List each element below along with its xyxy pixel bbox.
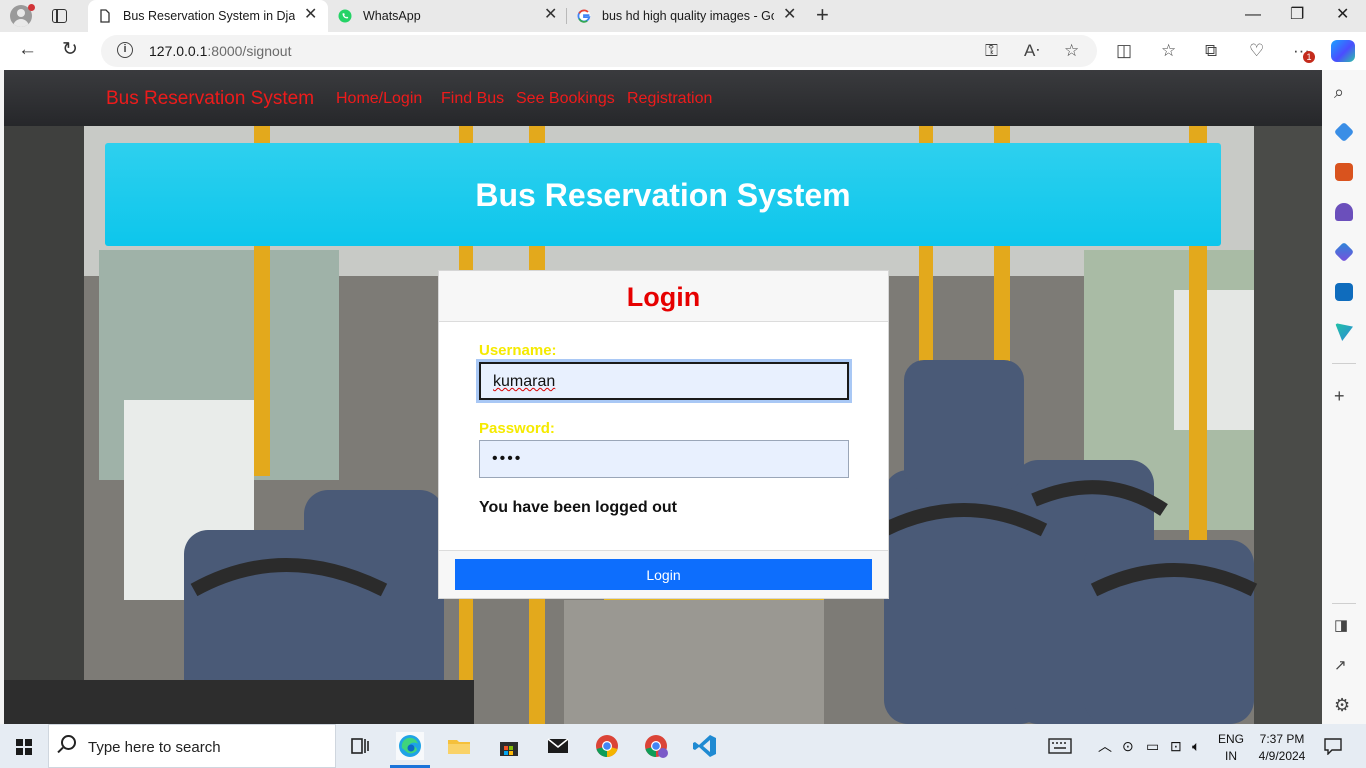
location-icon[interactable]: ⊙ <box>1122 738 1134 754</box>
notifications-icon[interactable] <box>1324 738 1342 755</box>
task-view-icon[interactable] <box>346 732 374 760</box>
settings-icon[interactable]: ⚙ <box>1334 696 1350 714</box>
keyboard-icon[interactable] <box>1048 738 1072 754</box>
windows-taskbar: Type here to search ︿ ⊙ ▭ ⊡ 🔈︎ ENG IN 7:… <box>0 724 1366 768</box>
browser-essentials-icon[interactable]: ♡ <box>1249 42 1264 60</box>
copilot-icon[interactable] <box>1331 40 1355 62</box>
collections-icon[interactable]: ⧉ <box>1205 42 1217 60</box>
split-screen-icon[interactable]: ◫ <box>1116 42 1132 60</box>
mail-icon[interactable] <box>544 732 572 760</box>
logout-message: You have been logged out <box>479 499 677 516</box>
login-card-header: Login <box>439 271 888 322</box>
url-text[interactable]: 127.0.0.1:8000/signout <box>149 43 291 59</box>
favorites-icon[interactable]: ☆ <box>1161 42 1176 60</box>
refresh-icon[interactable]: ↻ <box>62 40 78 60</box>
vscode-icon[interactable] <box>691 732 719 760</box>
tab-close-icon[interactable]: ✕ <box>544 7 557 23</box>
tab-title: Bus Reservation System in Django <box>123 9 295 23</box>
profile-notification-dot <box>28 4 35 11</box>
taskbar-clock[interactable]: 7:37 PM 4/9/2024 <box>1256 731 1308 765</box>
site-navbar: Bus Reservation System Home/Login Find B… <box>4 70 1322 126</box>
tab-google-images[interactable]: bus hd high quality images - Google ✕ <box>567 0 807 32</box>
maximize-button[interactable]: ❐ <box>1290 6 1304 24</box>
google-icon <box>577 9 591 23</box>
nav-home-login[interactable]: Home/Login <box>336 90 422 108</box>
drop-icon[interactable] <box>1335 323 1353 341</box>
minimize-button[interactable]: — <box>1245 6 1261 24</box>
tab-title: WhatsApp <box>363 9 421 23</box>
nav-registration[interactable]: Registration <box>627 90 712 108</box>
hero-title: Bus Reservation System <box>475 177 851 213</box>
shopping-icon[interactable] <box>1333 121 1355 143</box>
username-input[interactable]: kumaran <box>479 362 849 400</box>
edge-sidebar: ⌕ + ◨ ↗ ⚙ <box>1322 70 1366 724</box>
sidebar-divider <box>1332 363 1356 364</box>
language-indicator[interactable]: ENG IN <box>1216 731 1246 765</box>
taskbar-search-box[interactable]: Type here to search <box>48 724 336 768</box>
nav-see-bookings[interactable]: See Bookings <box>516 90 615 108</box>
search-icon[interactable]: ⌕ <box>1334 83 1344 101</box>
info-icon[interactable]: i <box>117 42 133 58</box>
add-icon[interactable]: + <box>1334 387 1345 405</box>
password-label: Password: <box>479 420 555 437</box>
tab-close-icon[interactable]: ✕ <box>783 7 796 23</box>
back-icon[interactable]: ← <box>18 40 37 60</box>
chrome-profile-icon[interactable] <box>642 732 670 760</box>
tab-actions-icon[interactable] <box>52 9 67 23</box>
notification-badge: 1 <box>1303 51 1315 63</box>
file-explorer-icon[interactable] <box>445 732 473 760</box>
volume-icon[interactable]: 🔈︎ <box>1192 738 1200 754</box>
login-card-footer: Login <box>439 550 888 598</box>
tab-title: bus hd high quality images - Google <box>602 9 774 23</box>
tab-close-icon[interactable]: ✕ <box>304 7 317 23</box>
tools-icon[interactable] <box>1335 163 1353 181</box>
battery-icon[interactable]: ▭ <box>1146 738 1159 754</box>
key-icon[interactable]: ⚿ <box>985 42 998 60</box>
tab-bus-reservation[interactable]: Bus Reservation System in Django ✕ <box>88 0 328 32</box>
tab-strip: Bus Reservation System in Django ✕ Whats… <box>0 0 1366 32</box>
store-icon[interactable] <box>495 732 523 760</box>
external-link-icon[interactable]: ↗ <box>1334 657 1347 675</box>
favorite-icon[interactable]: ☆ <box>1064 42 1079 60</box>
network-icon[interactable]: ⊡ <box>1170 738 1182 754</box>
login-card: Login Username: kumaran Password: •••• Y… <box>438 270 889 599</box>
hero-banner: Bus Reservation System <box>105 143 1221 246</box>
username-value: kumaran <box>493 373 556 390</box>
close-window-button[interactable]: ✕ <box>1336 6 1349 24</box>
show-hidden-icons[interactable]: ︿ <box>1098 738 1112 754</box>
password-input[interactable]: •••• <box>479 440 849 478</box>
microsoft365-icon[interactable] <box>1333 241 1355 263</box>
new-tab-button[interactable]: + <box>816 4 829 26</box>
site-brand-link[interactable]: Bus Reservation System <box>106 88 314 110</box>
outlook-icon[interactable] <box>1335 283 1353 301</box>
whatsapp-icon <box>338 9 352 23</box>
edge-icon[interactable] <box>396 732 424 760</box>
clock-time: 7:37 PM <box>1259 732 1305 746</box>
page-icon <box>100 9 110 23</box>
search-icon <box>61 735 76 750</box>
login-button[interactable]: Login <box>455 559 872 590</box>
games-icon[interactable] <box>1335 203 1353 221</box>
username-label: Username: <box>479 342 557 359</box>
sidebar-divider <box>1332 603 1356 604</box>
search-placeholder: Type here to search <box>88 739 221 756</box>
nav-find-bus[interactable]: Find Bus <box>441 90 504 108</box>
read-aloud-icon[interactable]: Aᐧ <box>1024 42 1040 60</box>
tab-whatsapp[interactable]: WhatsApp ✕ <box>328 0 566 32</box>
windows-start-icon[interactable] <box>16 739 32 755</box>
login-title: Login <box>626 282 701 312</box>
chrome-icon[interactable] <box>593 732 621 760</box>
clock-date: 4/9/2024 <box>1258 749 1306 763</box>
page-viewport: Bus Reservation System Home/Login Find B… <box>4 70 1322 724</box>
sidebar-toggle-icon[interactable]: ◨ <box>1334 617 1348 635</box>
